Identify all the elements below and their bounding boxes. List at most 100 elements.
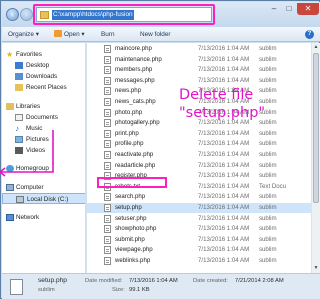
nav-network-label: Network	[16, 214, 40, 221]
nav-desktop[interactable]: Desktop	[2, 60, 85, 71]
file-type: sublim	[259, 235, 277, 243]
file-type: sublim	[259, 55, 277, 63]
file-name: maintenance.php	[115, 55, 162, 63]
nav-videos[interactable]: Videos	[2, 145, 85, 156]
file-name: submit.php	[115, 235, 145, 243]
forward-button[interactable]: ›	[20, 8, 33, 21]
file-date: 7/13/2016 1:04 AM	[198, 161, 250, 169]
nav-libraries[interactable]: Libraries	[2, 101, 85, 112]
details-modified-value: 7/13/2016 1:04 AM	[129, 278, 178, 284]
file-row[interactable]: search.php 7/13/2016 1:04 AM sublim	[87, 192, 311, 202]
organize-button[interactable]: Organize ▾	[8, 30, 39, 39]
scroll-up-arrow-icon[interactable]: ▲	[312, 43, 320, 52]
file-icon	[104, 161, 111, 170]
maximize-button[interactable]: □	[282, 3, 296, 15]
nav-favorites[interactable]: ★ Favorites	[2, 49, 85, 60]
nav-local-disk-label: Local Disk (C:)	[27, 196, 69, 203]
help-icon[interactable]: ?	[305, 30, 314, 39]
file-icon	[104, 246, 111, 255]
file-icon	[104, 151, 111, 159]
file-row[interactable]: setuser.php 7/13/2016 1:04 AM sublim	[87, 214, 311, 224]
nav-local-disk[interactable]: Local Disk (C:)	[2, 193, 85, 204]
file-type: sublim	[259, 45, 277, 52]
file-date: 7/13/2016 1:04 AM	[198, 55, 250, 63]
details-created-label: Date created:	[193, 278, 228, 284]
file-row[interactable]: setup.php 7/13/2016 1:04 AM sublim	[87, 203, 311, 213]
documents-icon	[15, 114, 23, 121]
file-row[interactable]: profile.php 7/13/2016 1:04 AM sublim	[87, 139, 311, 149]
annotation-line-2: "setup.php"	[179, 105, 266, 121]
file-row[interactable]: weblinks.php 7/13/2016 1:04 AM sublim	[87, 256, 311, 266]
burn-button[interactable]: Burn	[101, 30, 115, 39]
file-type: sublim	[259, 204, 277, 211]
nav-downloads-label: Downloads	[26, 73, 58, 80]
file-row[interactable]: submit.php 7/13/2016 1:04 AM sublim	[87, 235, 311, 245]
nav-computer-label: Computer	[16, 184, 44, 191]
file-name: weblinks.php	[115, 257, 151, 264]
file-row[interactable]: print.php 7/13/2016 1:04 AM sublim	[87, 129, 311, 139]
file-name: photo.php	[115, 108, 143, 116]
file-type: sublim	[259, 161, 277, 169]
downloads-icon	[15, 73, 23, 80]
vertical-scrollbar[interactable]: ▲ ▼	[311, 43, 320, 273]
details-size-value: 99.1 KB	[129, 287, 150, 293]
recent-places-icon	[15, 84, 23, 91]
file-name: reactivate.php	[115, 151, 154, 158]
address-bar-region: ‹ › C:\xampp\htdocs\php-fusion – □ ✕	[2, 2, 320, 27]
file-row[interactable]: showphoto.php 7/13/2016 1:04 AM sublim	[87, 224, 311, 234]
nav-computer[interactable]: Computer	[2, 182, 85, 193]
details-size-label: Size:	[112, 287, 125, 293]
file-date: 7/13/2016 1:04 AM	[198, 204, 250, 211]
file-icon	[104, 108, 111, 117]
file-name: search.php	[115, 193, 146, 201]
nav-downloads[interactable]: Downloads	[2, 71, 85, 82]
file-row[interactable]: viewpage.php 7/13/2016 1:04 AM sublim	[87, 245, 311, 255]
network-icon	[6, 214, 14, 221]
details-pane: setup.php sublim Date modified: 7/13/201…	[2, 273, 320, 299]
file-row[interactable]: maintenance.php 7/13/2016 1:04 AM sublim	[87, 55, 311, 65]
file-row[interactable]: readarticle.php 7/13/2016 1:04 AM sublim	[87, 161, 311, 171]
file-name: setuser.php	[115, 214, 147, 222]
close-button[interactable]: ✕	[297, 3, 319, 15]
file-type: sublim	[259, 76, 277, 84]
pictures-icon	[15, 136, 23, 143]
new-folder-button[interactable]: New folder	[140, 30, 171, 39]
explorer-window: ‹ › C:\xampp\htdocs\php-fusion – □ ✕ Org…	[0, 0, 320, 299]
details-kind: sublim	[38, 287, 55, 293]
libraries-icon	[6, 103, 14, 110]
nav-recent-places[interactable]: Recent Places	[2, 82, 85, 93]
homegroup-icon	[6, 165, 14, 172]
nav-music[interactable]: ♪ Music	[2, 123, 85, 134]
file-row[interactable]: reactivate.php 7/13/2016 1:04 AM sublim	[87, 150, 311, 160]
command-bar: Organize ▾ Open ▾ Burn New folder ?	[2, 27, 320, 42]
scroll-thumb[interactable]	[313, 53, 319, 203]
file-type: Text Docu	[259, 182, 287, 190]
file-type: sublim	[259, 246, 277, 254]
nav-pictures[interactable]: Pictures	[2, 134, 85, 145]
back-button[interactable]: ‹	[6, 8, 19, 21]
file-name: print.php	[115, 129, 139, 137]
nav-pictures-label: Pictures	[26, 136, 49, 143]
file-date: 7/13/2016 1:04 AM	[198, 172, 250, 180]
file-icon	[104, 55, 111, 64]
file-preview-icon	[10, 279, 23, 295]
details-filename: setup.php	[38, 277, 67, 284]
file-row[interactable]: members.php 7/13/2016 1:04 AM sublim	[87, 65, 311, 75]
nav-documents[interactable]: Documents	[2, 112, 85, 123]
file-row[interactable]: messages.php 7/13/2016 1:04 AM sublim	[87, 76, 311, 86]
computer-icon	[6, 184, 14, 191]
desktop-icon	[15, 62, 23, 69]
details-created-value: 7/21/2014 2:08 AM	[235, 278, 284, 284]
star-icon: ★	[6, 50, 14, 59]
file-icon	[104, 257, 111, 265]
address-highlight-box	[33, 4, 215, 25]
nav-recent-places-label: Recent Places	[26, 84, 67, 91]
open-button[interactable]: Open ▾	[54, 30, 85, 39]
file-name: members.php	[115, 66, 153, 74]
file-icon	[104, 193, 111, 202]
nav-network[interactable]: Network	[2, 212, 85, 223]
scroll-down-arrow-icon[interactable]: ▼	[312, 264, 320, 273]
minimize-button[interactable]: –	[267, 3, 281, 15]
nav-favorites-label: Favorites	[16, 51, 42, 58]
file-row[interactable]: maincore.php 7/13/2016 1:04 AM sublim	[87, 44, 311, 54]
